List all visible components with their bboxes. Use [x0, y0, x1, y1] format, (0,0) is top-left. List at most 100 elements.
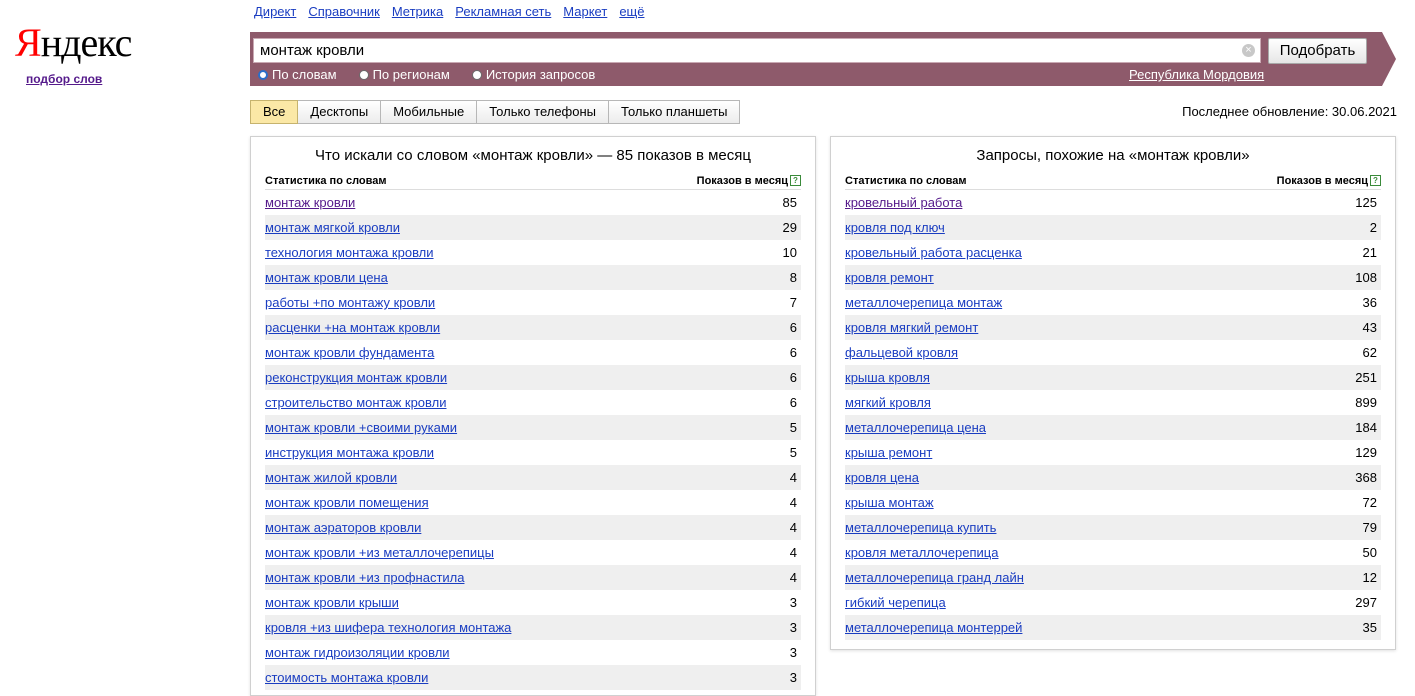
col-phrase-header: Статистика по словам: [845, 175, 967, 187]
phrase-link[interactable]: гибкий черепица: [845, 590, 946, 615]
tab[interactable]: Десктопы: [298, 100, 382, 124]
impressions-count: 4: [789, 570, 797, 585]
search-mode-radio[interactable]: По словам: [258, 67, 337, 82]
topnav-link[interactable]: Справочник: [308, 4, 380, 19]
phrase-link[interactable]: монтаж кровли крыши: [265, 590, 399, 615]
phrase-link[interactable]: монтаж жилой кровли: [265, 465, 397, 490]
impressions-count: 368: [1355, 470, 1377, 485]
phrase-link[interactable]: монтаж кровли: [265, 190, 355, 215]
right-rows: кровельный работа 125 кровля под ключ 2 кров…: [845, 190, 1381, 640]
phrase-link[interactable]: монтаж кровли +своими руками: [265, 415, 457, 440]
phrase-link[interactable]: технология монтажа кровли: [265, 240, 434, 265]
topnav-link[interactable]: ещё: [619, 4, 644, 19]
phrase-link[interactable]: металлочерепица гранд лайн: [845, 565, 1024, 590]
phrase-link[interactable]: работы +по монтажу кровли: [265, 290, 435, 315]
phrase-link[interactable]: стоимость монтажа кровли: [265, 665, 428, 690]
tab[interactable]: Все: [250, 100, 299, 124]
phrase-link[interactable]: реконструкция монтаж кровли: [265, 365, 447, 390]
left-table-header: Статистика по словам Показов в месяц?: [265, 173, 801, 190]
table-row: монтаж кровли помещения 4: [265, 490, 801, 515]
radio-dot[interactable]: [358, 69, 369, 80]
tab[interactable]: Мобильные: [381, 100, 478, 124]
search-bar-arrow: [1382, 32, 1396, 86]
impressions-count: 297: [1355, 595, 1377, 610]
impressions-count: 62: [1362, 345, 1377, 360]
table-row: кровля мягкий ремонт 43: [845, 315, 1381, 340]
phrase-link[interactable]: металлочерепица монтаж: [845, 290, 1002, 315]
table-row: монтаж кровли +своими руками 5: [265, 415, 801, 440]
phrase-link[interactable]: кровельный работа: [845, 190, 962, 215]
phrase-link[interactable]: расценки +на монтаж кровли: [265, 315, 440, 340]
table-row: крыша кровля 251: [845, 365, 1381, 390]
phrase-link[interactable]: монтаж кровли +из металлочерепицы: [265, 540, 494, 565]
phrase-link[interactable]: фальцевой кровля: [845, 340, 958, 365]
phrase-link[interactable]: кровля мягкий ремонт: [845, 315, 978, 340]
col-count-header: Показов в месяц?: [1277, 173, 1381, 189]
tab[interactable]: Только планшеты: [609, 100, 741, 124]
phrase-link[interactable]: строительство монтаж кровли: [265, 390, 447, 415]
tab[interactable]: Только телефоны: [477, 100, 610, 124]
phrase-link[interactable]: монтаж гидроизоляции кровли: [265, 640, 450, 665]
phrase-link[interactable]: металлочерепица цена: [845, 415, 986, 440]
table-row: монтаж кровли +из металлочерепицы 4: [265, 540, 801, 565]
search-input[interactable]: монтаж кровли: [253, 38, 1261, 63]
phrase-link[interactable]: крыша монтаж: [845, 490, 934, 515]
right-table-header: Статистика по словам Показов в месяц?: [845, 173, 1381, 190]
phrase-link[interactable]: инструкция монтажа кровли: [265, 440, 434, 465]
submit-button[interactable]: Подобрать: [1268, 38, 1367, 64]
topnav-link[interactable]: Рекламная сеть: [455, 4, 551, 19]
impressions-count: 79: [1362, 520, 1377, 535]
topnav-link[interactable]: Маркет: [563, 4, 607, 19]
phrase-link[interactable]: монтаж кровли цена: [265, 265, 388, 290]
phrase-link[interactable]: монтаж кровли +из профнастила: [265, 565, 464, 590]
region-link[interactable]: Республика Мордовия: [1129, 67, 1264, 82]
phrase-link[interactable]: монтаж мягкой кровли: [265, 215, 400, 240]
table-row: металлочерепица купить 79: [845, 515, 1381, 540]
table-row: монтаж мягкой кровли 29: [265, 215, 801, 240]
search-mode-radio[interactable]: История запросов: [471, 67, 595, 82]
table-row: работы +по монтажу кровли 7: [265, 290, 801, 315]
right-panel-title: Запросы, похожие на «монтаж кровли»: [976, 147, 1250, 164]
impressions-count: 6: [789, 320, 797, 335]
table-row: крыша ремонт 129: [845, 440, 1381, 465]
phrase-link[interactable]: монтаж кровли фундамента: [265, 340, 434, 365]
yandex-logo[interactable]: Яндекс: [15, 21, 132, 65]
radio-dot[interactable]: [258, 69, 268, 80]
phrase-link[interactable]: крыша ремонт: [845, 440, 932, 465]
help-icon[interactable]: ?: [1370, 175, 1381, 186]
table-row: монтаж кровли 85: [265, 190, 801, 215]
impressions-count: 108: [1355, 270, 1377, 285]
radio-dot[interactable]: [471, 69, 482, 80]
table-row: стоимость монтажа кровли 3: [265, 665, 801, 690]
phrase-link[interactable]: монтаж аэраторов кровли: [265, 515, 421, 540]
table-row: строительство монтаж кровли 6: [265, 390, 801, 415]
impressions-count: 6: [789, 395, 797, 410]
phrase-link[interactable]: металлочерепица купить: [845, 515, 996, 540]
phrase-link[interactable]: кровля под ключ: [845, 215, 945, 240]
table-row: мягкий кровля 899: [845, 390, 1381, 415]
radio-label: По регионам: [372, 67, 450, 82]
impressions-count: 10: [782, 245, 797, 260]
phrase-link[interactable]: монтаж кровли помещения: [265, 490, 429, 515]
phrase-link[interactable]: кровля цена: [845, 465, 919, 490]
phrase-link[interactable]: металлочерепица монтеррей: [845, 615, 1022, 640]
phrase-link[interactable]: кровля металлочерепица: [845, 540, 998, 565]
phrase-link[interactable]: крыша кровля: [845, 365, 930, 390]
phrase-link[interactable]: кровля ремонт: [845, 265, 934, 290]
search-mode-radio[interactable]: По регионам: [358, 67, 450, 82]
topnav-link[interactable]: Метрика: [392, 4, 443, 19]
phrase-link[interactable]: кровельный работа расценка: [845, 240, 1022, 265]
phrase-link[interactable]: мягкий кровля: [845, 390, 931, 415]
help-icon[interactable]: ?: [790, 175, 801, 186]
topnav-link[interactable]: Директ: [254, 4, 296, 19]
table-row: монтаж аэраторов кровли 4: [265, 515, 801, 540]
clear-icon[interactable]: ×: [1242, 44, 1255, 57]
impressions-count: 85: [782, 195, 797, 210]
radio-label: По словам: [272, 67, 337, 82]
table-row: монтаж кровли крыши 3: [265, 590, 801, 615]
table-row: фальцевой кровля 62: [845, 340, 1381, 365]
impressions-count: 6: [789, 345, 797, 360]
phrase-link[interactable]: кровля +из шифера технология монтажа: [265, 615, 511, 640]
wordstat-link[interactable]: подбор слов: [26, 72, 102, 86]
impressions-count: 251: [1355, 370, 1377, 385]
